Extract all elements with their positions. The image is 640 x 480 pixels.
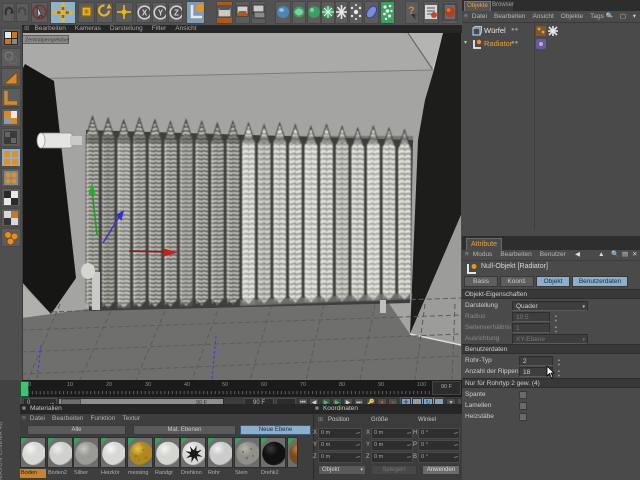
svg-text:X: X <box>142 9 148 18</box>
svg-text:Zentralperspektive: Zentralperspektive <box>25 38 69 44</box>
svg-text:Z: Z <box>174 9 179 18</box>
svg-text:Y: Y <box>158 9 164 18</box>
